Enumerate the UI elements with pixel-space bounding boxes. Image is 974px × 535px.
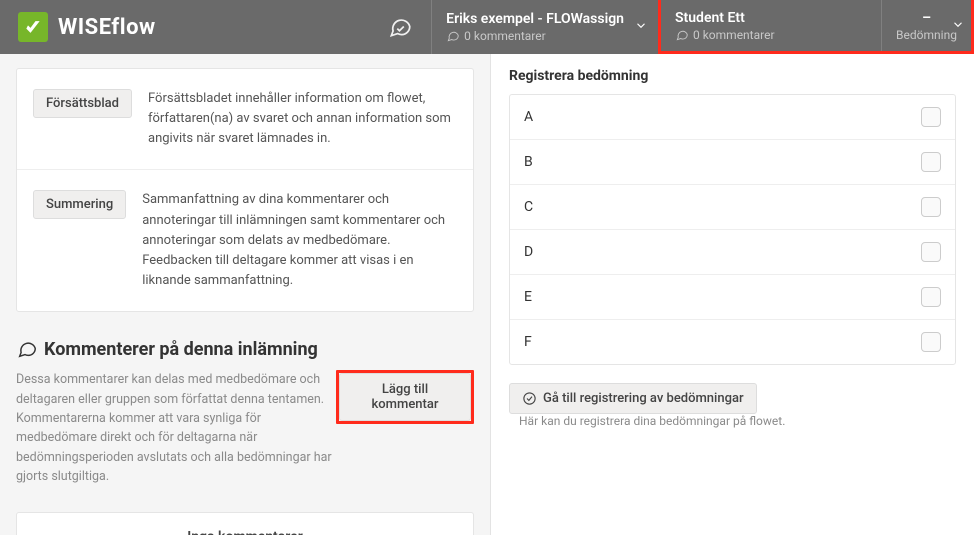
cover-sheet-button[interactable]: Försättsblad	[33, 89, 132, 118]
chat-icon[interactable]	[369, 0, 431, 54]
grade-label-b: B	[524, 154, 533, 170]
grade-label-e: E	[524, 289, 532, 305]
register-help-text: Här kan du registrera dina bedömningar p…	[519, 414, 785, 428]
brand-logo-icon	[18, 12, 48, 42]
grade-row-e[interactable]: E	[510, 275, 955, 320]
register-row: Gå till registrering av bedömningar Här …	[509, 383, 956, 428]
top-bar: WISEflow Eriks exempel - FLOWassign 0 ko…	[0, 0, 974, 54]
info-card: Försättsblad Försättsbladet innehåller i…	[16, 68, 474, 312]
no-comments-box: Inga kommentarer	[16, 512, 474, 535]
chevron-down-icon	[951, 16, 965, 35]
grade-row-a[interactable]: A	[510, 95, 955, 140]
register-heading: Registrera bedömning	[509, 68, 956, 84]
info-row-summary: Summering Sammanfattning av dina komment…	[17, 170, 473, 311]
right-column: Registrera bedömning A B C D E	[490, 54, 974, 535]
assignment-title: Eriks exempel - FLOWassign	[446, 11, 624, 27]
summary-button[interactable]: Summering	[33, 190, 126, 219]
comment-icon	[16, 338, 38, 360]
grade-label-a: A	[524, 109, 533, 125]
grade-checkbox-c[interactable]	[921, 197, 941, 217]
comment-icon	[446, 29, 460, 43]
grade-checkbox-d[interactable]	[921, 242, 941, 262]
comments-body: Dessa kommentarer kan delas med medbedöm…	[16, 370, 474, 486]
left-column: Försättsblad Försättsbladet innehåller i…	[0, 54, 490, 535]
info-row-cover: Försättsblad Försättsbladet innehåller i…	[17, 69, 473, 170]
cover-sheet-desc: Försättsbladet innehåller information om…	[148, 89, 457, 149]
go-to-register-button[interactable]: Gå till registrering av bedömningar	[509, 383, 757, 414]
student-name: Student Ett	[675, 10, 867, 26]
assignment-block[interactable]: Eriks exempel - FLOWassign 0 kommentarer	[431, 0, 658, 54]
assignment-comments: 0 kommentarer	[446, 29, 624, 43]
grade-label-f: F	[524, 334, 532, 350]
brand[interactable]: WISEflow	[0, 0, 174, 54]
grade-checkbox-f[interactable]	[921, 332, 941, 352]
grade-block[interactable]: – Bedömning	[881, 0, 971, 51]
add-comment-button[interactable]: Lägg till kommentar	[339, 373, 471, 421]
brand-text: WISEflow	[58, 15, 156, 40]
assignment-comments-text: 0 kommentarer	[464, 29, 546, 43]
grade-row-c[interactable]: C	[510, 185, 955, 230]
comments-heading: Kommenterer på denna inlämning	[16, 338, 474, 360]
student-grade-highlight: Student Ett 0 kommentarer – Bedömning	[658, 0, 974, 54]
top-spacer	[174, 0, 369, 54]
student-comments-text: 0 kommentarer	[693, 28, 775, 42]
main-columns: Försättsblad Försättsbladet innehåller i…	[0, 54, 974, 535]
grade-value: –	[922, 10, 931, 26]
grade-list: A B C D E F	[509, 94, 956, 365]
grade-label-c: C	[524, 199, 533, 215]
student-comments: 0 kommentarer	[675, 28, 867, 42]
summary-desc: Sammanfattning av dina kommentarer och a…	[142, 190, 457, 291]
comment-icon	[675, 28, 689, 42]
grade-label: Bedömning	[896, 28, 957, 42]
chevron-down-icon	[634, 18, 648, 37]
go-to-register-label: Gå till registrering av bedömningar	[543, 391, 744, 406]
grade-row-b[interactable]: B	[510, 140, 955, 185]
grade-checkbox-a[interactable]	[921, 107, 941, 127]
grade-checkbox-e[interactable]	[921, 287, 941, 307]
grade-row-d[interactable]: D	[510, 230, 955, 275]
check-circle-icon	[522, 391, 537, 406]
student-block[interactable]: Student Ett 0 kommentarer	[661, 0, 881, 51]
add-comment-highlight: Lägg till kommentar	[336, 370, 474, 424]
grade-label-d: D	[524, 244, 533, 260]
grade-checkbox-b[interactable]	[921, 152, 941, 172]
comments-desc: Dessa kommentarer kan delas med medbedöm…	[16, 370, 336, 486]
grade-row-f[interactable]: F	[510, 320, 955, 364]
comments-heading-text: Kommenterer på denna inlämning	[44, 339, 318, 360]
